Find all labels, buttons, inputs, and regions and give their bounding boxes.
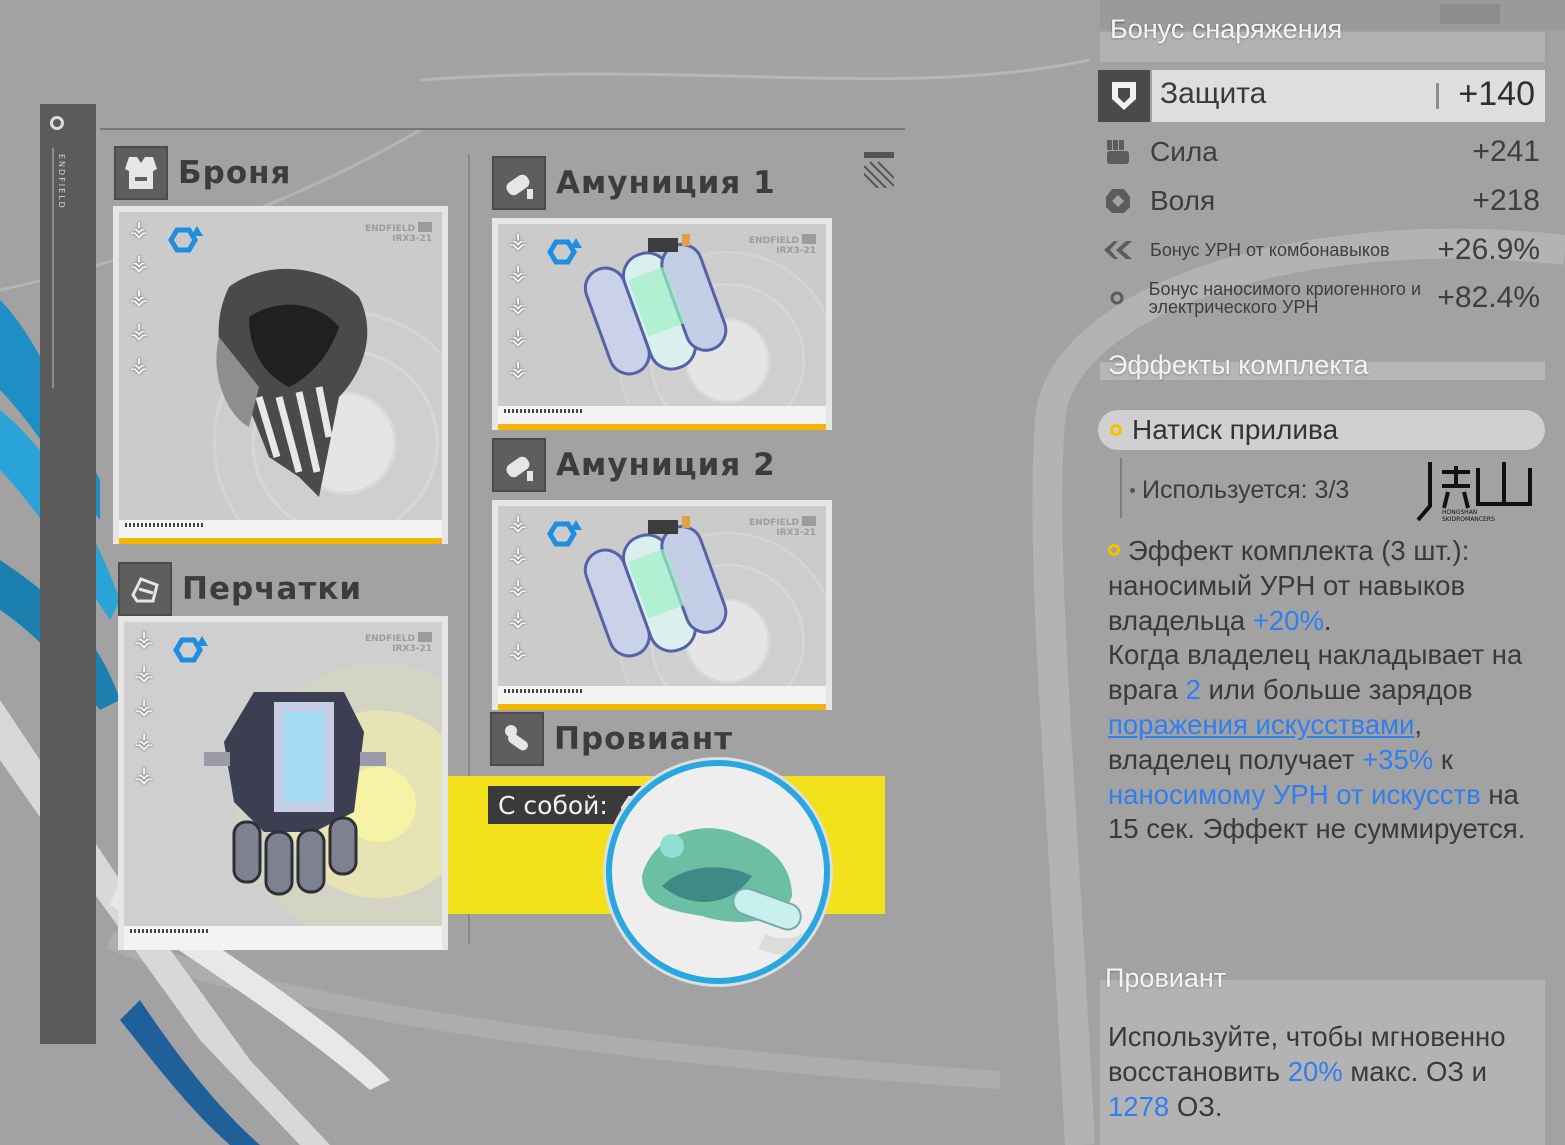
provisions-header: Провиант <box>490 712 733 766</box>
substat-icon: ⚶ <box>129 353 149 378</box>
substat-icon: ⚶ <box>508 511 528 536</box>
armor-card[interactable]: ENDFIELD IRX3-21 ⚶ ⚶ ⚶ ⚶ ⚶ <box>113 206 448 544</box>
card-brand: ENDFIELD IRX3-21 <box>364 222 432 244</box>
dot-icon <box>1100 280 1135 316</box>
defense-label: Защита <box>1160 77 1267 110</box>
substat-icon: ⚶ <box>508 575 528 600</box>
ammo1-title: Амуниция 1 <box>556 165 776 201</box>
substat-icon: ⚶ <box>508 325 528 350</box>
substat-icon: ⚶ <box>508 229 528 254</box>
rail-brand: ENDFIELD <box>52 148 66 388</box>
gloves-title: Перчатки <box>182 571 363 607</box>
ammo1-header: Амуниция 1 <box>492 156 776 210</box>
svg-text:SKIDROMANCERS: SKIDROMANCERS <box>1442 516 1495 522</box>
glove-icon <box>118 562 172 616</box>
svg-text:HONGSHAN: HONGSHAN <box>1442 509 1477 516</box>
scarf-armor-art <box>216 268 368 497</box>
substat-icon: ⚶ <box>508 639 528 664</box>
ammo1-card[interactable]: ENDFIELD IRX3-21 ⚶ ⚶ ⚶ ⚶ ⚶ <box>492 218 832 430</box>
top-divider <box>100 128 905 130</box>
substat-icons: ⚶ ⚶ ⚶ ⚶ ⚶ <box>132 628 156 788</box>
substat-icon: ⚶ <box>508 357 528 382</box>
stat-row-strength: Сила +241 <box>1100 134 1540 170</box>
substat-icon: ⚶ <box>129 319 149 344</box>
substat-icon: ⚶ <box>129 251 149 276</box>
substat-icon: ⚶ <box>129 285 149 310</box>
armor-title: Броня <box>178 155 292 191</box>
provisions-panel-title: Провиант <box>1105 963 1227 993</box>
substat-icon: ⚶ <box>508 293 528 318</box>
cryo-hex-icon <box>173 636 208 663</box>
arts-infliction-link[interactable]: поражения искусствами <box>1108 709 1414 740</box>
substat-icons: ⚶ ⚶ ⚶ ⚶ ⚶ <box>506 230 530 382</box>
shield-icon <box>1098 70 1150 122</box>
brain-icon <box>1100 183 1136 219</box>
substat-icon: ⚶ <box>134 661 154 686</box>
gauntlet-art <box>204 692 386 896</box>
set-name: Натиск прилива <box>1132 414 1339 445</box>
card-brand: ENDFIELD IRX3-21 <box>364 632 432 654</box>
hatch-mark-icon <box>864 152 894 188</box>
gloves-card[interactable]: ENDFIELD IRX3-21 ⚶ ⚶ ⚶ ⚶ ⚶ <box>118 616 448 950</box>
substat-icon: ⚶ <box>134 627 154 652</box>
provision-item-circle[interactable] <box>606 760 830 984</box>
substat-icon: ⚶ <box>134 729 154 754</box>
cryo-hex-icon <box>168 226 203 253</box>
gear-bonus-title-overlay: Бонус снаряжения <box>1110 14 1343 44</box>
ammo-capsule-icon <box>492 438 546 492</box>
defense-value: +140 <box>1458 75 1535 113</box>
stat-row-defense: Защита +140 <box>1098 70 1545 122</box>
card-brand: ENDFIELD IRX3-21 <box>748 234 816 256</box>
rail-dot-icon <box>50 116 64 130</box>
card-brand: ENDFIELD IRX3-21 <box>748 516 816 538</box>
substat-icon: ⚶ <box>508 607 528 632</box>
stat-row-combo-bonus: Бонус УРН от комбонавыков +26.9% <box>1100 232 1540 268</box>
set-effect-description: Эффект комплекта (3 шт.): наносимый УРН … <box>1108 535 1526 845</box>
stat-row-cryo-electric-bonus: Бонус наносимого криогенного и электриче… <box>1100 280 1540 316</box>
side-rail: ENDFIELD <box>40 104 96 1044</box>
ammo2-card[interactable]: ENDFIELD IRX3-21 ⚶ ⚶ ⚶ ⚶ ⚶ <box>492 500 832 710</box>
effect-dot-icon <box>1108 544 1120 556</box>
provisions-description: Используйте, чтобы мгновенно восстановит… <box>1108 1021 1506 1122</box>
hongshan-watermark-logo: HONGSHAN SKIDROMANCERS <box>1416 462 1532 522</box>
substat-icon: ⚶ <box>134 695 154 720</box>
stat-row-will: Воля +218 <box>1100 183 1540 219</box>
substat-icons: ⚶ ⚶ ⚶ ⚶ ⚶ <box>506 512 530 664</box>
set-dot-icon <box>1110 424 1122 436</box>
ammo2-title: Амуниция 2 <box>556 447 776 483</box>
ammo2-header: Амуниция 2 <box>492 438 776 492</box>
provision-item-art <box>642 828 818 955</box>
substat-icon: ⚶ <box>508 261 528 286</box>
set-name-pill[interactable]: Натиск прилива <box>1098 410 1545 450</box>
ammo-capsule-icon <box>492 156 546 210</box>
set-effects-title: Эффекты комплекта <box>1108 350 1369 380</box>
armor-header: Броня <box>114 146 291 200</box>
gas-canister-art <box>583 234 728 376</box>
substat-icon: ⚶ <box>134 763 154 788</box>
pill-icon <box>490 712 544 766</box>
fist-icon <box>1100 134 1136 170</box>
substat-icon: ⚶ <box>129 217 149 242</box>
armor-vest-icon <box>114 146 168 200</box>
set-usage: Используется: 3/3 <box>1120 458 1349 518</box>
provisions-title: Провиант <box>554 721 734 757</box>
combo-chevron-icon <box>1100 232 1136 268</box>
substat-icon: ⚶ <box>508 543 528 568</box>
substat-icons: ⚶ ⚶ ⚶ ⚶ ⚶ <box>127 218 151 378</box>
arts-damage-link[interactable]: наносимому УРН от искусств <box>1108 779 1481 810</box>
gloves-header: Перчатки <box>118 562 362 616</box>
set-usage-label: Используется: 3/3 <box>1142 476 1350 504</box>
carry-label: С собой: <box>498 790 608 820</box>
gas-canister-art <box>583 516 728 658</box>
